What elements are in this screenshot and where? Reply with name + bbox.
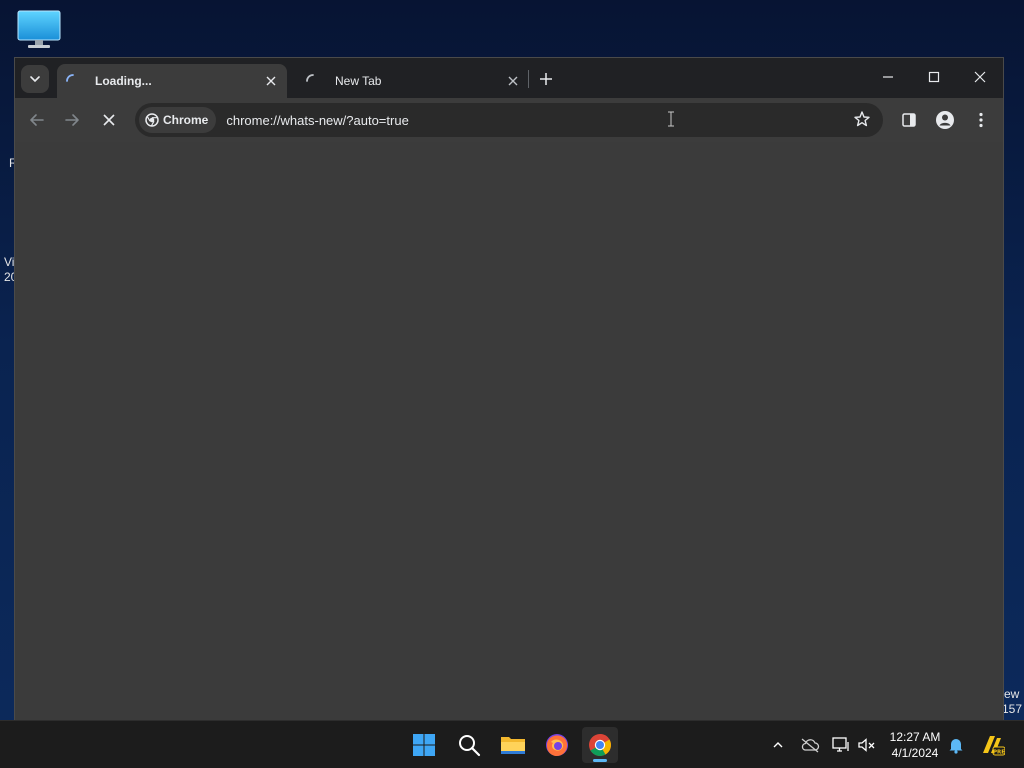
maximize-icon <box>928 71 940 83</box>
new-tab-button[interactable] <box>533 66 559 92</box>
search-button[interactable] <box>451 727 487 763</box>
url-text: chrome://whats-new/?auto=true <box>226 112 409 128</box>
copilot-icon: PRE <box>983 736 1005 756</box>
tab-title: Loading... <box>95 74 152 88</box>
volume-muted-icon <box>858 738 875 752</box>
network-tray-button[interactable] <box>829 733 853 757</box>
tab-separator <box>528 70 529 88</box>
volume-tray-button[interactable] <box>855 733 879 757</box>
windows-logo-icon <box>413 734 435 756</box>
stop-loading-button[interactable] <box>95 106 123 134</box>
desktop-edge-text: Vi <box>4 255 15 269</box>
chevron-down-icon <box>30 76 40 83</box>
taskbar: 12:27 AM 4/1/2024 PRE <box>0 720 1024 768</box>
minimize-icon <box>883 76 893 78</box>
minimize-button[interactable] <box>865 58 911 96</box>
chevron-up-icon <box>773 742 783 748</box>
side-panel-icon <box>902 113 916 127</box>
notifications-button[interactable] <box>944 733 968 757</box>
close-tab-button[interactable] <box>261 71 281 91</box>
desktop-edge-text: 157 <box>1002 702 1023 716</box>
loading-spinner-icon <box>306 74 314 82</box>
firefox-icon <box>546 734 568 756</box>
chrome-taskbar-button[interactable] <box>582 727 618 763</box>
arrow-left-icon <box>30 114 44 126</box>
close-tab-button[interactable] <box>503 71 523 91</box>
clock-time: 12:27 AM <box>889 730 941 744</box>
side-panel-button[interactable] <box>895 106 923 134</box>
plus-icon <box>540 73 552 85</box>
chrome-page-chip[interactable]: Chrome <box>139 107 217 133</box>
svg-text:PRE: PRE <box>993 750 1005 756</box>
more-vertical-icon <box>979 112 983 128</box>
close-icon <box>974 71 986 83</box>
text-cursor-icon <box>668 111 674 127</box>
close-icon <box>508 76 518 86</box>
show-hidden-icons-button[interactable] <box>766 733 790 757</box>
page-content[interactable] <box>15 142 1003 721</box>
close-icon <box>103 114 115 126</box>
chrome-menu-button[interactable] <box>967 106 995 134</box>
desktop-edge-text: ew <box>1004 687 1020 701</box>
file-explorer-button[interactable] <box>495 727 531 763</box>
cloud-off-icon <box>801 738 820 753</box>
chrome-icon <box>589 734 611 756</box>
chip-label: Chrome <box>163 113 209 127</box>
profile-button[interactable] <box>931 106 959 134</box>
close-icon <box>266 76 276 86</box>
folder-icon <box>501 737 525 754</box>
system-clock[interactable]: 12:27 AM 4/1/2024 <box>880 729 950 761</box>
bookmark-star-button[interactable] <box>853 110 873 130</box>
tab-search-button[interactable] <box>21 65 49 93</box>
chrome-window: Loading... New Tab Chrome chrome://whats… <box>14 57 1004 721</box>
monitor-icon <box>17 10 61 48</box>
chrome-logo-icon <box>145 113 159 127</box>
arrow-right-icon <box>65 114 79 126</box>
clock-date: 4/1/2024 <box>891 746 939 760</box>
search-icon <box>459 735 481 757</box>
copilot-button[interactable]: PRE <box>978 733 1006 757</box>
active-app-indicator <box>593 759 607 762</box>
start-button[interactable] <box>406 727 442 763</box>
close-window-button[interactable] <box>957 58 1003 96</box>
firefox-button[interactable] <box>539 727 575 763</box>
this-pc-desktop-icon[interactable] <box>16 10 62 50</box>
star-icon <box>854 111 870 127</box>
forward-button[interactable] <box>58 106 86 134</box>
tab-strip: Loading... New Tab <box>15 58 1003 98</box>
address-bar[interactable]: Chrome chrome://whats-new/?auto=true <box>135 103 883 137</box>
bell-icon <box>949 739 963 754</box>
network-icon <box>832 737 849 752</box>
tab-loading[interactable]: Loading... <box>57 64 287 98</box>
tab-new-tab[interactable]: New Tab <box>297 64 529 98</box>
browser-toolbar: Chrome chrome://whats-new/?auto=true <box>15 98 1003 142</box>
maximize-button[interactable] <box>911 58 957 96</box>
onedrive-tray-button[interactable] <box>798 733 822 757</box>
tab-title: New Tab <box>335 74 382 88</box>
profile-avatar-icon <box>936 111 954 129</box>
loading-spinner-icon <box>66 74 74 82</box>
back-button[interactable] <box>23 106 51 134</box>
